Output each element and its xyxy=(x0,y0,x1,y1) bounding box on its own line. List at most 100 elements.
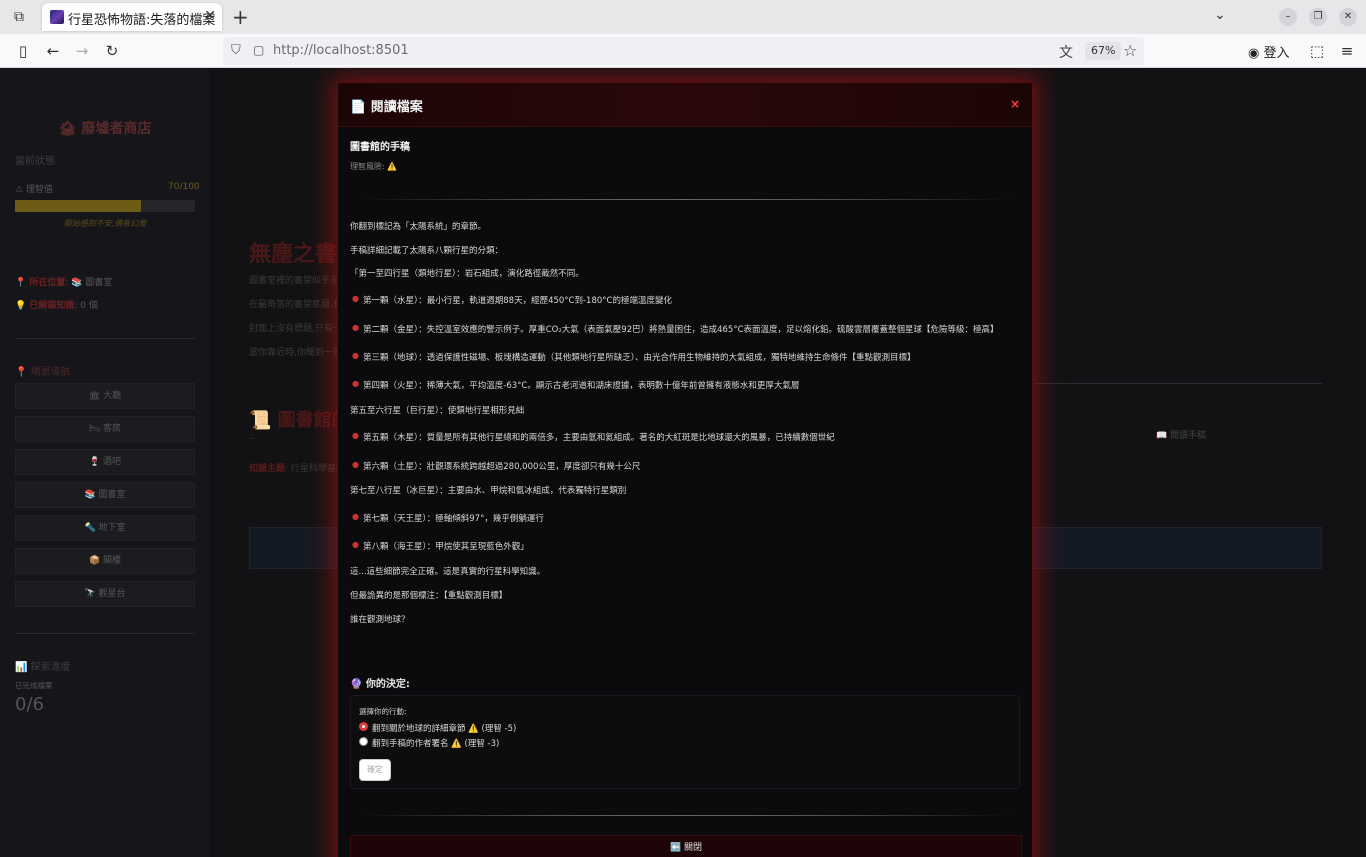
bullet-icon: ● xyxy=(352,540,359,549)
confirm-button[interactable]: 確定 xyxy=(359,759,391,781)
option-label: 翻到關於地球的詳細章節 xyxy=(372,724,466,734)
reload-icon[interactable]: ↻ xyxy=(103,42,121,60)
decision-prompt: 選擇你的行動: xyxy=(359,707,407,716)
option-earth-chapter[interactable]: 翻到關於地球的詳細章節 ⚠️ (理智 -5) xyxy=(372,722,516,734)
sanity-value: 70/100 xyxy=(168,182,200,192)
story-paragraph: 在最角落的書架底層,有 xyxy=(249,300,342,310)
window-close-icon[interactable]: ✕ xyxy=(1339,8,1357,26)
sanity-risk: 理智風險: ⚠️ xyxy=(350,161,397,172)
divider xyxy=(360,199,1010,200)
bullet-icon: ● xyxy=(352,460,359,469)
bullet-icon: ● xyxy=(352,512,359,521)
close-icon[interactable]: × xyxy=(1009,98,1021,110)
bookmark-star-icon[interactable]: ☆ xyxy=(1123,41,1137,60)
planet-item: 第六顆（土星）：壯觀環系統跨越超過280,000公里，厚度卻只有幾十公尺 xyxy=(363,462,641,472)
knowledge-info: 💡 已解鎖知識: 0 個 xyxy=(15,298,98,311)
text-line: 第五至六行星（巨行星）：使類地行星相形見絀 xyxy=(350,406,525,416)
account-icon: ◉ xyxy=(1248,46,1264,61)
tab-list-icon[interactable]: ⧉ xyxy=(10,8,28,26)
warning-icon: ⚠️ xyxy=(468,724,479,734)
planet-item: 第一顆（水星）：最小行星，軌道週期88天，經歷450°C到-180°C的極端溫度… xyxy=(363,296,672,306)
scene-button-bar[interactable]: 🍷 酒吧 xyxy=(15,449,195,475)
option-radio[interactable] xyxy=(359,737,368,746)
extensions-icon[interactable]: ⬚ xyxy=(1308,42,1326,60)
warning-icon: ⚠️ xyxy=(451,739,462,749)
sanity-fill xyxy=(15,200,141,212)
option-author-signature[interactable]: 翻到手稿的作者署名 ⚠️ (理智 -3) xyxy=(372,737,499,749)
divider xyxy=(15,338,195,339)
status-header: 當前狀態 xyxy=(15,156,55,167)
new-tab-icon[interactable]: + xyxy=(232,5,249,29)
sanity-note: 開始感到不安,偶有幻覺 xyxy=(63,219,147,228)
bullet-icon: ● xyxy=(352,294,359,303)
story-paragraph: 當你靠近時,你聞到一股 xyxy=(249,348,342,358)
minimize-icon[interactable]: – xyxy=(1279,8,1297,26)
page-title: 無塵之書 xyxy=(249,242,338,267)
zoom-level[interactable]: 67% xyxy=(1085,42,1122,60)
browser-tab[interactable]: 行星恐怖物語:失落的檔案 ✕ xyxy=(42,3,222,31)
knowledge-label: 💡 已解鎖知識 xyxy=(15,301,75,311)
scene-nav-header: 📍 場景導航 xyxy=(15,367,71,378)
sidebar-title: 🏚 廢墟者商店 xyxy=(58,121,152,137)
decision-title: 🔮 你的決定: xyxy=(350,679,410,690)
menu-icon[interactable]: ≡ xyxy=(1338,42,1356,60)
forward-icon[interactable]: → xyxy=(73,42,91,60)
restore-icon[interactable]: ❐ xyxy=(1309,8,1327,26)
planet-item: 第七顆（天王星）：極軸傾斜97°，幾乎側躺運行 xyxy=(363,514,544,524)
favicon-icon xyxy=(50,10,64,24)
text-line: 手稿詳細記載了太陽系八顆行星的分類： xyxy=(350,246,504,256)
text-line: 你翻到標記為「太陽系統」的章節。 xyxy=(350,222,487,232)
option-label: 翻到手稿的作者署名 xyxy=(372,739,449,749)
close-modal-button[interactable]: ⬅️ 關閉 xyxy=(350,835,1022,857)
close-tab-icon[interactable]: ✕ xyxy=(204,8,216,24)
story-paragraph: 封面上沒有標題,只有一 xyxy=(249,324,342,334)
app-page: 🏚 廢墟者商店 當前狀態 ⚠ 理智值 70/100 開始感到不安,偶有幻覺 📍 … xyxy=(0,68,1366,857)
scene-button-observatory[interactable]: 🔭 觀星台 xyxy=(15,581,195,607)
progress-label: 已完成檔案 xyxy=(15,681,53,690)
url-text[interactable]: http://localhost:8501 xyxy=(273,43,409,58)
text-line: 「第一至四行星（類地行星）：岩石組成，演化路徑截然不同。 xyxy=(350,269,584,279)
tab-title: 行星恐怖物語:失落的檔案 xyxy=(68,13,216,28)
knowledge-value: : 0 個 xyxy=(74,301,98,311)
account-button[interactable]: ◉ 登入 xyxy=(1248,42,1290,61)
modal-title: 📄 閱讀檔案 xyxy=(350,100,423,115)
option-cost: (理智 -5) xyxy=(478,724,517,734)
text-line: 第七至八行星（冰巨星）：主要由水、甲烷和氨冰組成，代表獨特行星類別 xyxy=(350,486,627,496)
planet-item: 第二顆（金星）：失控溫室效應的警示例子。厚重CO₂大氣（表面氣壓92巴）將熱量困… xyxy=(363,325,999,335)
option-cost: (理智 -3) xyxy=(461,739,500,749)
back-icon[interactable]: ← xyxy=(44,42,62,60)
location-label: 📍 所在位置 xyxy=(15,278,66,288)
read-manuscript-button[interactable]: 📖 閱讀手稿 xyxy=(1040,428,1322,444)
location-value: : 📚 圖書室 xyxy=(65,278,113,288)
account-label: 登入 xyxy=(1263,46,1290,61)
text-line: 這...這些細節完全正確。這是真實的行星科學知識。 xyxy=(350,567,546,577)
sidebar-toggle-icon[interactable]: ▯ xyxy=(14,42,32,60)
translate-icon[interactable]: 文 xyxy=(1059,42,1073,62)
url-bar[interactable]: ⛉ ▢ http://localhost:8501 文 67% ☆ xyxy=(223,37,1144,65)
shield-icon[interactable]: ⛉ xyxy=(231,43,241,58)
divider xyxy=(15,633,195,634)
planet-item: 第八顆（海王星）：甲烷使其呈現藍色外觀」 xyxy=(363,542,529,552)
text-line: 但最詭異的是那個標注：【重點觀測目標】 xyxy=(350,591,508,601)
scene-button-hall[interactable]: 🏛 大廳 xyxy=(15,383,195,409)
location-info: 📍 所在位置: 📚 圖書室 xyxy=(15,275,112,288)
page-info-icon[interactable]: ▢ xyxy=(253,43,264,57)
scene-button-attic[interactable]: 📦 閣樓 xyxy=(15,548,195,574)
section-title: 📜 圖書館的 xyxy=(249,410,350,431)
browser-nav-bar: ▯ ← → ↻ ⛉ ▢ http://localhost:8501 文 67% … xyxy=(0,34,1366,68)
planet-item: 第三顆（地球）：透過保護性磁場、板塊構造運動（其他類地行星所缺乏）、由光合作用生… xyxy=(363,353,916,363)
warning-icon: ⚠️ xyxy=(387,162,398,171)
option-radio-selected[interactable] xyxy=(359,722,368,731)
topic-value: : 行星科學基礎 xyxy=(285,464,345,474)
scene-button-guestroom[interactable]: 🛏 客房 xyxy=(15,416,195,442)
topic-label: 知識主題 xyxy=(249,464,286,474)
bullet-icon: ● xyxy=(352,379,359,388)
story-paragraph: 圖書室裡的書架似乎永 xyxy=(249,276,340,286)
planet-item: 第四顆（火星）：稀薄大氣，平均溫度-63°C。顯示古老河道和湖床證據，表明數十億… xyxy=(363,381,800,391)
bullet-icon: ● xyxy=(352,351,359,360)
sanity-bar xyxy=(15,200,195,212)
scene-button-basement[interactable]: 🔦 地下室 xyxy=(15,515,195,541)
chevron-down-icon[interactable]: ⌄ xyxy=(1214,7,1226,23)
progress-value: 0/6 xyxy=(15,694,44,715)
scene-button-library[interactable]: 📚 圖書室 xyxy=(15,482,195,508)
